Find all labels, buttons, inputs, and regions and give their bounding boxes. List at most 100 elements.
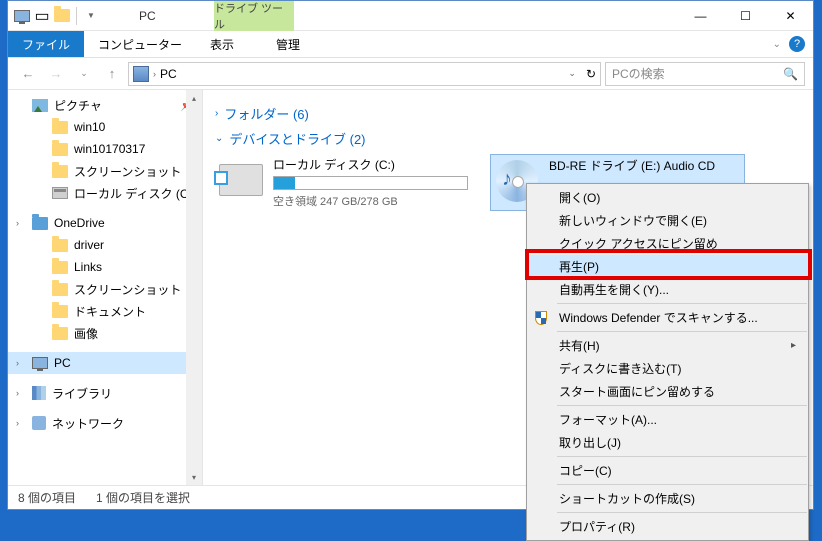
ctx-separator bbox=[557, 512, 807, 513]
nav-win10170317[interactable]: win10170317 bbox=[8, 138, 202, 160]
titlebar: ▭ ▼ ドライブ ツール PC — ☐ ✕ bbox=[8, 1, 813, 31]
maximize-button[interactable]: ☐ bbox=[723, 1, 768, 30]
context-menu: 開く(O) 新しいウィンドウで開く(E) クイック アクセスにピン留め 再生(P… bbox=[526, 183, 809, 541]
folder-icon bbox=[52, 283, 68, 296]
forward-button[interactable]: → bbox=[44, 62, 68, 86]
pc-icon bbox=[32, 357, 48, 369]
window-title: PC bbox=[139, 9, 156, 23]
ctx-open[interactable]: 開く(O) bbox=[527, 186, 808, 209]
chevron-down-icon: ⌄ bbox=[215, 133, 223, 144]
ctx-defender-scan[interactable]: Windows Defender でスキャンする... bbox=[527, 306, 808, 329]
recent-dropdown[interactable]: ⌄ bbox=[72, 62, 96, 86]
nav-screenshot1[interactable]: スクリーンショット bbox=[8, 160, 202, 182]
device-name: BD-RE ドライブ (E:) Audio CD bbox=[549, 157, 742, 174]
qat-newfolder-icon[interactable] bbox=[54, 8, 70, 24]
nav-driver[interactable]: driver bbox=[8, 234, 202, 256]
ctx-properties[interactable]: プロパティ(R) bbox=[527, 515, 808, 538]
device-freespace: 空き領域 247 GB/278 GB bbox=[273, 193, 468, 209]
chevron-right-icon: › bbox=[215, 108, 218, 119]
up-button[interactable]: ↑ bbox=[100, 62, 124, 86]
ribbon-tabs: ファイル コンピューター 表示 管理 ⌄ ? bbox=[8, 31, 813, 58]
help-icon[interactable]: ? bbox=[789, 36, 805, 52]
navigation-pane: ピクチャ📌 win10 win10170317 スクリーンショット ローカル デ… bbox=[8, 90, 203, 485]
ctx-pin-quick-access[interactable]: クイック アクセスにピン留め bbox=[527, 232, 808, 255]
qat-dropdown-icon[interactable]: ▼ bbox=[83, 8, 99, 24]
device-name: ローカル ディスク (C:) bbox=[273, 156, 468, 173]
nav-pictures[interactable]: ピクチャ📌 bbox=[8, 94, 202, 116]
context-tab-drive-tools[interactable]: ドライブ ツール bbox=[214, 1, 294, 31]
libraries-icon bbox=[32, 386, 46, 400]
shield-icon bbox=[533, 310, 549, 326]
pictures-icon bbox=[32, 99, 48, 112]
location-icon bbox=[133, 66, 149, 82]
scroll-down-icon[interactable]: ▾ bbox=[186, 469, 202, 485]
ctx-separator bbox=[557, 331, 807, 332]
nav-libraries[interactable]: ›ライブラリ bbox=[8, 382, 202, 404]
expand-icon[interactable]: › bbox=[16, 388, 19, 398]
tab-manage[interactable]: 管理 bbox=[248, 31, 328, 57]
folder-icon bbox=[52, 261, 68, 274]
scroll-up-icon[interactable]: ▴ bbox=[186, 90, 202, 106]
nav-network[interactable]: ›ネットワーク bbox=[8, 412, 202, 434]
folder-icon bbox=[52, 327, 68, 340]
address-input[interactable]: › PC ⌄ ↻ bbox=[128, 62, 601, 86]
nav-images[interactable]: 画像 bbox=[8, 322, 202, 344]
drive-icon bbox=[52, 187, 68, 199]
close-button[interactable]: ✕ bbox=[768, 1, 813, 30]
storage-bar bbox=[273, 176, 468, 190]
address-dropdown-icon[interactable]: ⌄ bbox=[568, 68, 576, 79]
nav-scrollbar[interactable]: ▴ ▾ bbox=[186, 90, 202, 485]
qat-properties-icon[interactable]: ▭ bbox=[34, 8, 50, 24]
expand-icon[interactable]: › bbox=[16, 358, 19, 368]
nav-win10[interactable]: win10 bbox=[8, 116, 202, 138]
hdd-icon bbox=[219, 164, 263, 196]
refresh-icon[interactable]: ↻ bbox=[586, 67, 596, 81]
search-icon: 🔍 bbox=[783, 67, 798, 81]
status-item-count: 8 個の項目 bbox=[18, 489, 76, 506]
folder-icon bbox=[52, 305, 68, 318]
ctx-format[interactable]: フォーマット(A)... bbox=[527, 408, 808, 431]
ctx-create-shortcut[interactable]: ショートカットの作成(S) bbox=[527, 487, 808, 510]
folder-icon bbox=[52, 239, 68, 252]
nav-links[interactable]: Links bbox=[8, 256, 202, 278]
ctx-separator bbox=[557, 405, 807, 406]
ctx-burn-to-disk[interactable]: ディスクに書き込む(T) bbox=[527, 357, 808, 380]
submenu-arrow-icon: ▸ bbox=[791, 340, 796, 351]
app-icon bbox=[14, 8, 30, 24]
minimize-button[interactable]: — bbox=[678, 1, 723, 30]
ctx-play[interactable]: 再生(P) bbox=[527, 255, 808, 278]
nav-onedrive[interactable]: ›OneDrive bbox=[8, 212, 202, 234]
address-text: PC bbox=[160, 67, 177, 81]
nav-documents[interactable]: ドキュメント bbox=[8, 300, 202, 322]
nav-screenshot2[interactable]: スクリーンショット bbox=[8, 278, 202, 300]
network-icon bbox=[32, 416, 46, 430]
device-local-disk[interactable]: ローカル ディスク (C:) 空き領域 247 GB/278 GB bbox=[215, 154, 470, 211]
music-note-icon: ♪ bbox=[502, 168, 512, 191]
search-placeholder: PCの検索 bbox=[612, 65, 665, 82]
back-button[interactable]: ← bbox=[16, 62, 40, 86]
ctx-pin-to-start[interactable]: スタート画面にピン留めする bbox=[527, 380, 808, 403]
folders-group-header[interactable]: ›フォルダー (6) bbox=[215, 104, 801, 123]
folder-icon bbox=[52, 143, 68, 156]
ctx-share[interactable]: 共有(H)▸ bbox=[527, 334, 808, 357]
address-bar: ← → ⌄ ↑ › PC ⌄ ↻ PCの検索 🔍 bbox=[8, 58, 813, 90]
ctx-autoplay[interactable]: 自動再生を開く(Y)... bbox=[527, 278, 808, 301]
ctx-separator bbox=[557, 303, 807, 304]
ctx-separator bbox=[557, 456, 807, 457]
nav-pc[interactable]: ›PC bbox=[8, 352, 202, 374]
ribbon-expand-icon[interactable]: ⌄ bbox=[773, 39, 781, 50]
search-input[interactable]: PCの検索 🔍 bbox=[605, 62, 805, 86]
onedrive-icon bbox=[32, 217, 48, 230]
folder-icon bbox=[52, 121, 68, 134]
ctx-eject[interactable]: 取り出し(J) bbox=[527, 431, 808, 454]
devices-group-header[interactable]: ⌄デバイスとドライブ (2) bbox=[215, 129, 801, 148]
ctx-open-new-window[interactable]: 新しいウィンドウで開く(E) bbox=[527, 209, 808, 232]
nav-localdisk[interactable]: ローカル ディスク (C:) bbox=[8, 182, 202, 204]
tab-computer[interactable]: コンピューター bbox=[84, 31, 196, 57]
expand-icon[interactable]: › bbox=[16, 218, 19, 228]
tab-file[interactable]: ファイル bbox=[8, 31, 84, 57]
ctx-separator bbox=[557, 484, 807, 485]
tab-view[interactable]: 表示 bbox=[196, 31, 248, 57]
expand-icon[interactable]: › bbox=[16, 418, 19, 428]
ctx-copy[interactable]: コピー(C) bbox=[527, 459, 808, 482]
